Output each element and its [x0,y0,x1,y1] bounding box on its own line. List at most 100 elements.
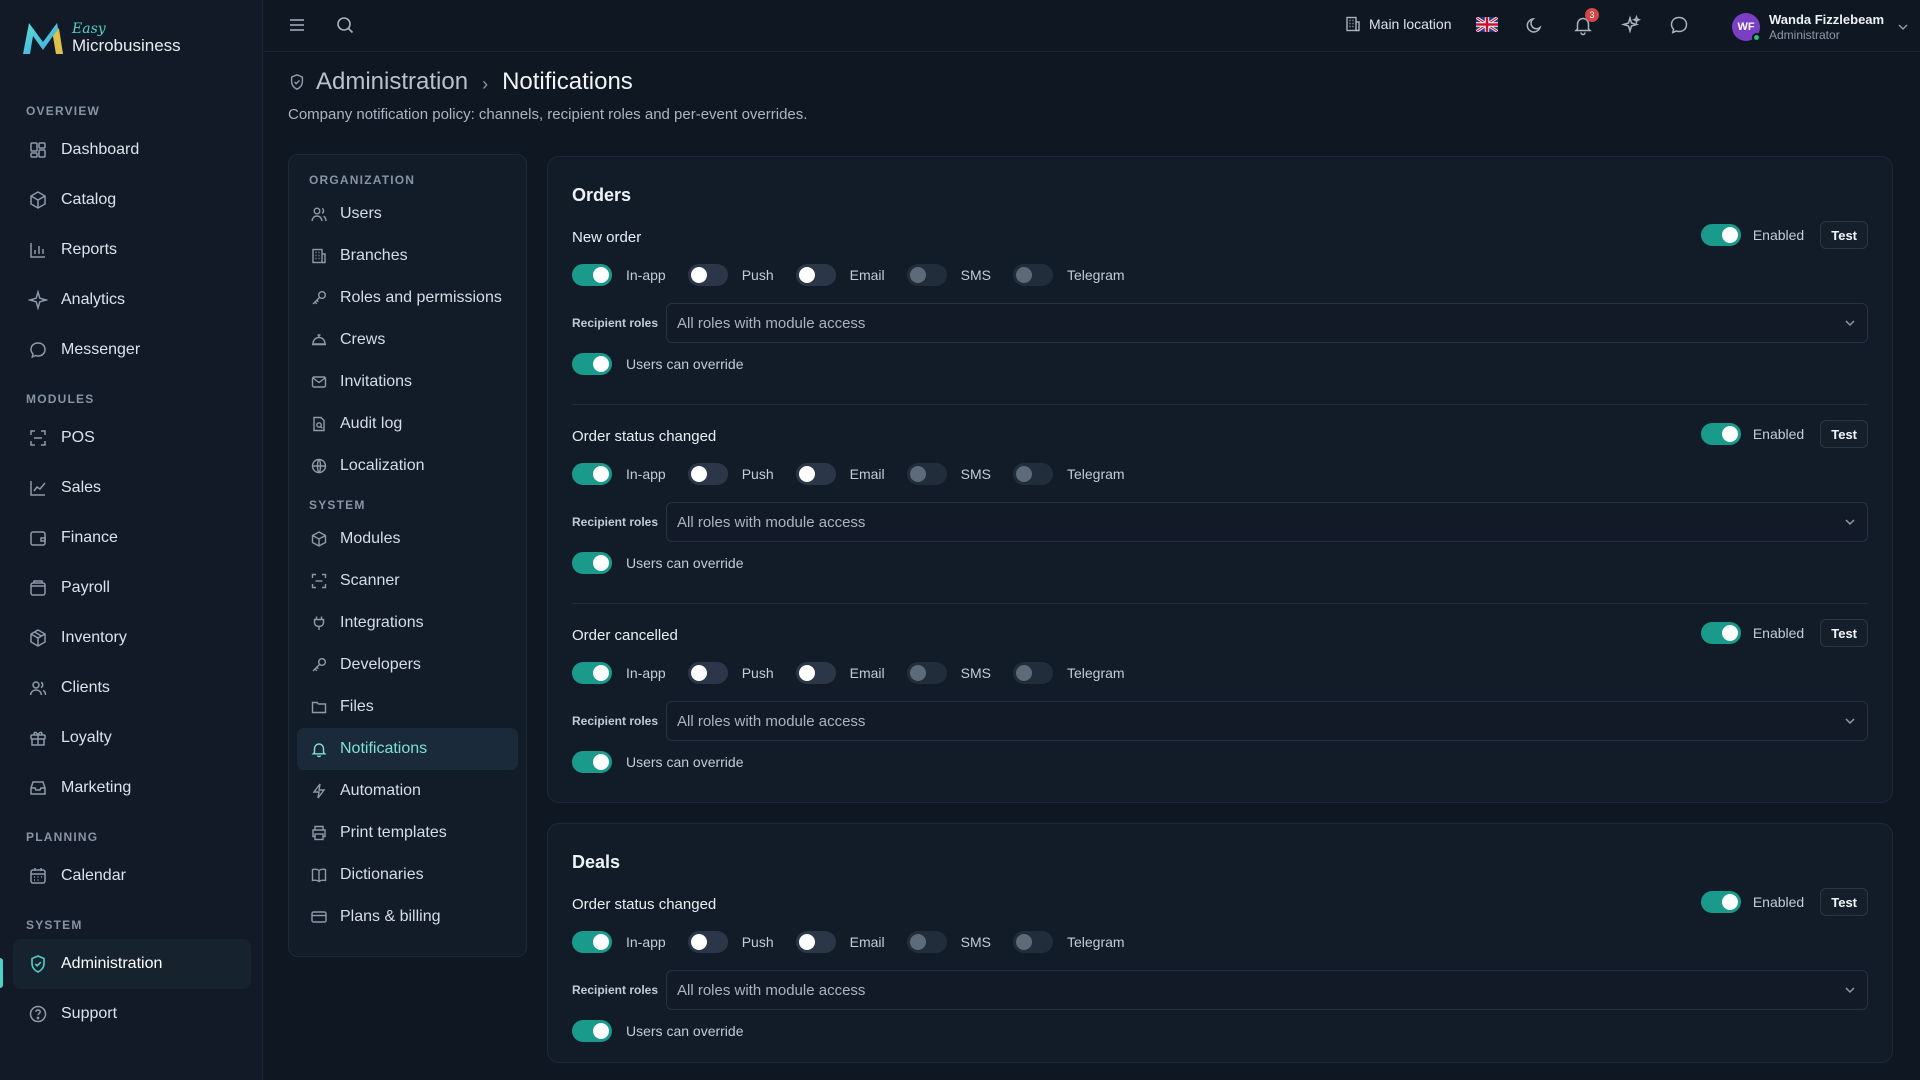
event-enabled-toggle[interactable] [1700,224,1741,246]
subnav-item-notifications[interactable]: Notifications [297,728,518,770]
channel-push-toggle[interactable] [687,931,728,953]
subnav-item-invitations[interactable]: Invitations [297,361,518,403]
uk-flag-icon[interactable] [1476,17,1498,32]
channel-label: In-app [626,665,666,681]
nav-item-label: Support [61,1005,118,1022]
subnav-item-modules[interactable]: Modules [297,518,518,560]
channel-email-toggle[interactable] [795,662,836,684]
nav-item-loyalty[interactable]: Loyalty [13,713,251,763]
event-enabled-toggle[interactable] [1700,423,1741,445]
enabled-label: Enabled [1752,894,1805,910]
nav-item-sales[interactable]: Sales [13,463,251,513]
printer-icon [312,825,326,841]
users-can-override-toggle[interactable] [572,751,612,773]
channel-in-app-toggle[interactable] [572,463,612,485]
brand-logo-link[interactable]: Easy Microbusiness [20,18,181,58]
channel-push-toggle[interactable] [687,662,728,684]
channel-label: Push [741,466,774,482]
recipient-roles-value: All roles with module access [677,513,866,531]
subnav-item-localization[interactable]: Localization [297,445,518,487]
subnav-item-plans-billing[interactable]: Plans & billing [297,896,518,938]
breadcrumb-parent-link[interactable]: Administration [316,68,468,96]
test-button[interactable]: Test [1820,888,1868,916]
subnav-item-audit-log[interactable]: Audit log [297,403,518,445]
recipient-roles-select[interactable]: All roles with module access [666,502,1868,542]
channel-telegram-toggle[interactable] [1012,931,1053,953]
globe-icon [311,458,327,474]
users-can-override-toggle[interactable] [572,1020,612,1042]
channel-sms-toggle[interactable] [906,264,947,286]
subnav-item-branches[interactable]: Branches [297,235,518,277]
toggle-knob [798,665,815,681]
channel-sms-toggle[interactable] [906,463,947,485]
channel-telegram-toggle[interactable] [1012,662,1053,684]
subnav-item-scanner[interactable]: Scanner [297,560,518,602]
subnav-item-users[interactable]: Users [297,193,518,235]
toggle-knob [593,665,609,681]
nav-item-catalog[interactable]: Catalog [13,175,251,225]
channel-in-app-toggle[interactable] [572,931,612,953]
nav-item-payroll[interactable]: Payroll [13,563,251,613]
nav-item-label: Payroll [61,579,110,596]
subnav-item-developers[interactable]: Developers [297,644,518,686]
nav-item-inventory[interactable]: Inventory [13,613,251,663]
nav-item-analytics[interactable]: Analytics [13,275,251,325]
channel-in-app-toggle[interactable] [572,264,612,286]
subnav-item-integrations[interactable]: Integrations [297,602,518,644]
nav-item-messenger[interactable]: Messenger [13,325,251,375]
subnav-item-dictionaries[interactable]: Dictionaries [297,854,518,896]
dashboard-icon [30,142,46,158]
test-button[interactable]: Test [1820,221,1868,249]
user-menu[interactable]: WF Wanda Fizzlebeam Administrator [1732,12,1910,42]
channel-email-toggle[interactable] [795,264,836,286]
moon-icon[interactable] [1524,14,1546,36]
event-enabled-toggle[interactable] [1700,891,1741,913]
recipient-roles-select[interactable]: All roles with module access [666,303,1868,343]
users-icon [311,207,327,222]
location-selector[interactable]: Main location [1344,15,1452,33]
channel-label: SMS [960,665,991,681]
channel-label: Telegram [1066,665,1125,681]
channel-push-toggle[interactable] [687,463,728,485]
subnav-item-roles-and-permissions[interactable]: Roles and permissions [297,277,518,319]
nav-item-dashboard[interactable]: Dashboard [13,125,251,175]
nav-item-administration[interactable]: Administration [13,939,251,989]
search-icon[interactable] [334,14,356,36]
subnav-item-print-templates[interactable]: Print templates [297,812,518,854]
channel-email-toggle[interactable] [795,463,836,485]
chat-icon[interactable] [1668,14,1690,36]
chevron-down-icon [1845,519,1855,526]
event-enabled-toggle[interactable] [1700,622,1741,644]
subnav-item-label: Files [340,698,374,715]
channel-telegram-toggle[interactable] [1012,463,1053,485]
nav-item-clients[interactable]: Clients [13,663,251,713]
menu-icon[interactable] [286,14,308,36]
channel-sms-toggle[interactable] [906,931,947,953]
nav-item-support[interactable]: Support [13,989,251,1039]
channel-sms-toggle[interactable] [906,662,947,684]
channel-push-toggle[interactable] [687,264,728,286]
key-icon [312,291,326,305]
channel-email-toggle[interactable] [795,931,836,953]
nav-item-pos[interactable]: POS [13,413,251,463]
nav-item-finance[interactable]: Finance [13,513,251,563]
subnav-item-automation[interactable]: Automation [297,770,518,812]
nav-item-reports[interactable]: Reports [13,225,251,275]
channel-in-app-toggle[interactable] [572,662,612,684]
test-button[interactable]: Test [1820,420,1868,448]
sparkles-icon[interactable] [1620,14,1642,36]
recipient-roles-select[interactable]: All roles with module access [666,701,1868,741]
subnav-item-files[interactable]: Files [297,686,518,728]
nav-item-calendar[interactable]: Calendar [13,851,251,901]
subnav-item-label: Plans & billing [340,908,441,925]
subnav-item-crews[interactable]: Crews [297,319,518,361]
test-button[interactable]: Test [1820,619,1868,647]
nav-item-marketing[interactable]: Marketing [13,763,251,813]
users-can-override-toggle[interactable] [572,552,612,574]
channel-telegram-toggle[interactable] [1012,264,1053,286]
recipient-roles-select[interactable]: All roles with module access [666,970,1868,1010]
users-can-override-toggle[interactable] [572,353,612,375]
channel-label: Push [741,665,774,681]
toggle-knob [690,267,707,283]
nav-item-label: Reports [61,241,118,258]
